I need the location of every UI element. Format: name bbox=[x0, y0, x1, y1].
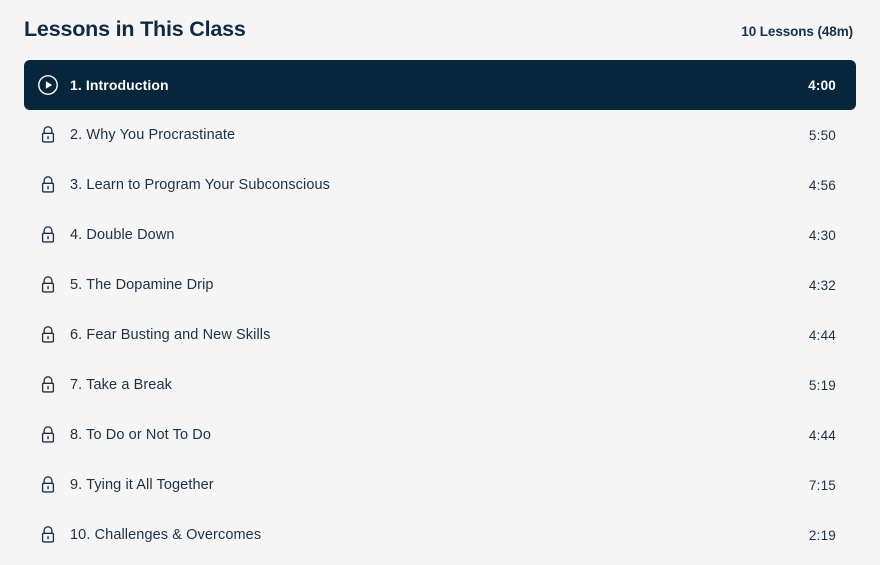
lesson-duration: 4:00 bbox=[808, 77, 836, 93]
lock-icon bbox=[37, 124, 59, 146]
lesson-row[interactable]: 1. Introduction 4:00 bbox=[24, 60, 856, 110]
lesson-duration: 2:19 bbox=[808, 527, 836, 543]
lock-icon bbox=[37, 224, 59, 246]
lock-icon bbox=[37, 324, 59, 346]
lesson-title: 6. Fear Busting and New Skills bbox=[70, 327, 271, 343]
lessons-summary: 10 Lessons (48m) bbox=[741, 24, 853, 39]
lesson-list: 1. Introduction 4:00 2. Why You Procrastin… bbox=[0, 60, 880, 560]
lesson-row[interactable]: 6. Fear Busting and New Skills 4:44 bbox=[24, 310, 856, 360]
lesson-title: 1. Introduction bbox=[70, 77, 169, 93]
lesson-row[interactable]: 5. The Dopamine Drip 4:32 bbox=[24, 260, 856, 310]
page-title: Lessons in This Class bbox=[24, 17, 246, 41]
lesson-duration: 4:30 bbox=[808, 227, 836, 243]
lesson-row[interactable]: 8. To Do or Not To Do 4:44 bbox=[24, 410, 856, 460]
lock-icon bbox=[37, 174, 59, 196]
lesson-row[interactable]: 10. Challenges & Overcomes 2:19 bbox=[24, 510, 856, 560]
lesson-duration: 7:15 bbox=[808, 477, 836, 493]
lesson-row[interactable]: 3. Learn to Program Your Subconscious 4:5… bbox=[24, 160, 856, 210]
lesson-title: 8. To Do or Not To Do bbox=[70, 427, 211, 443]
lock-icon bbox=[37, 474, 59, 496]
lock-icon bbox=[37, 424, 59, 446]
lesson-title: 4. Double Down bbox=[70, 227, 175, 243]
lesson-row[interactable]: 7. Take a Break 5:19 bbox=[24, 360, 856, 410]
lesson-title: 9. Tying it All Together bbox=[70, 477, 214, 493]
lesson-duration: 5:50 bbox=[808, 127, 836, 143]
lesson-duration: 4:32 bbox=[808, 277, 836, 293]
lesson-title: 5. The Dopamine Drip bbox=[70, 277, 214, 293]
lesson-duration: 4:56 bbox=[808, 177, 836, 193]
lesson-row[interactable]: 4. Double Down 4:30 bbox=[24, 210, 856, 260]
lock-icon bbox=[37, 274, 59, 296]
lesson-duration: 4:44 bbox=[808, 427, 836, 443]
lessons-panel: Lessons in This Class 10 Lessons (48m) 1… bbox=[0, 0, 880, 565]
lesson-title: 3. Learn to Program Your Subconscious bbox=[70, 177, 331, 193]
lesson-title: 10. Challenges & Overcomes bbox=[70, 527, 262, 543]
lessons-panel-header: Lessons in This Class 10 Lessons (48m) bbox=[0, 0, 880, 60]
lesson-duration: 4:44 bbox=[808, 327, 836, 343]
lesson-row[interactable]: 2. Why You Procrastinate 5:50 bbox=[24, 110, 856, 160]
play-circle-icon[interactable] bbox=[37, 74, 59, 96]
lock-icon bbox=[37, 374, 59, 396]
lesson-title: 2. Why You Procrastinate bbox=[70, 127, 236, 143]
lesson-duration: 5:19 bbox=[808, 377, 836, 393]
lesson-row[interactable]: 9. Tying it All Together 7:15 bbox=[24, 460, 856, 510]
lesson-title: 7. Take a Break bbox=[70, 377, 172, 393]
lock-icon bbox=[37, 524, 59, 546]
